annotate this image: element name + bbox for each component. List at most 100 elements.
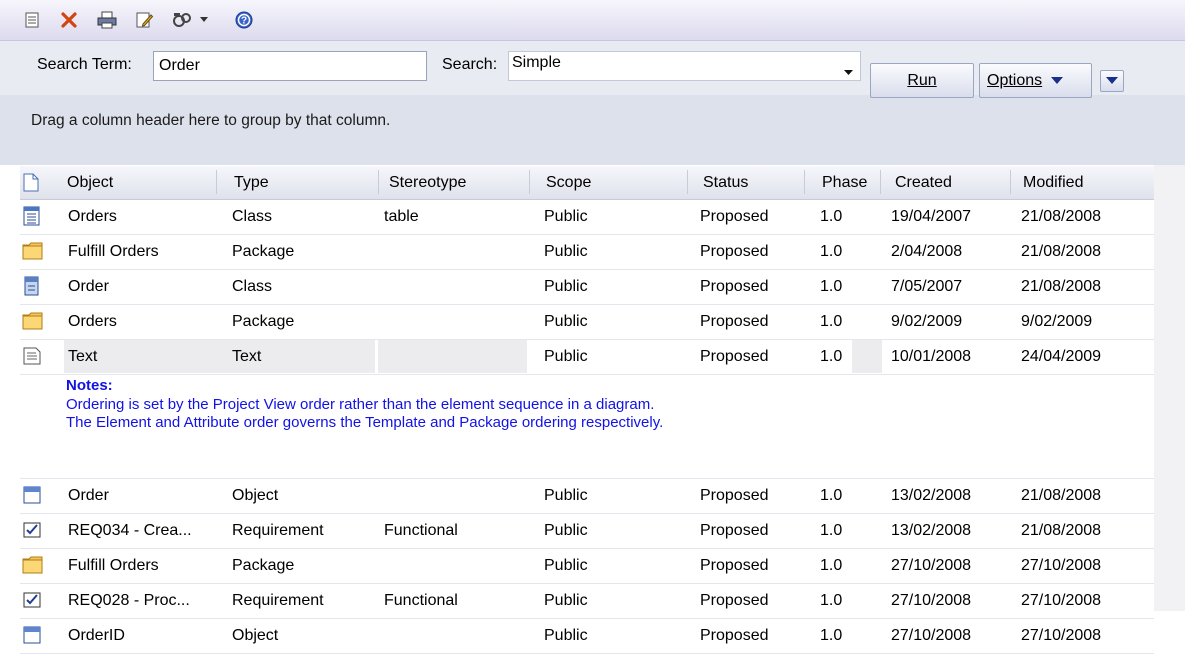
cell-status: Proposed: [700, 278, 769, 295]
package-folder-icon: [22, 555, 43, 575]
table-row[interactable]: Orders Package Public Proposed 1.0 9/02/2009 9…: [20, 305, 1154, 340]
notes-panel: Notes: Ordering is set by the Project Vi…: [20, 375, 1154, 479]
table-row[interactable]: REQ034 - Crea... Requirement Functional Pub…: [20, 514, 1154, 549]
cell-phase: 1.0: [820, 278, 843, 295]
cell-phase: 1.0: [820, 557, 843, 574]
cell-type: Requirement: [232, 522, 324, 539]
table-row[interactable]: OrderID Object Public Proposed 1.0 27/10/2008…: [20, 619, 1154, 654]
table-row[interactable]: REQ028 - Proc... Requirement Functional Pub…: [20, 584, 1154, 619]
cell-status: Proposed: [700, 208, 769, 225]
cell-status: Proposed: [700, 313, 769, 330]
cell-scope: Public: [544, 348, 588, 365]
print-icon[interactable]: [95, 7, 119, 33]
cell-scope: Public: [544, 278, 588, 295]
cell-type: Object: [232, 487, 279, 504]
cell-stereotype: Functional: [384, 522, 458, 539]
cell-object: REQ028 - Proc...: [68, 592, 190, 609]
cell-modified: 27/10/2008: [1021, 592, 1102, 609]
column-header-phase[interactable]: Phase: [822, 174, 867, 192]
new-document-icon[interactable]: [20, 7, 44, 33]
cell-created: 13/02/2008: [891, 522, 972, 539]
table-row[interactable]: Order Class Public Proposed 1.0 7/05/2007 21/0…: [20, 270, 1154, 305]
cell-status: Proposed: [700, 627, 769, 644]
search-term-label: Search Term:: [37, 56, 132, 73]
options-chevron-icon: [1051, 72, 1064, 90]
options-button-label: Options: [987, 71, 1043, 89]
cell-object: Order: [68, 278, 109, 295]
tools-icon[interactable]: [170, 7, 194, 33]
grid-header: Object Type Stereotype Scope Status Phas…: [20, 166, 1154, 200]
chevron-down-icon: [844, 63, 853, 81]
cell-status: Proposed: [700, 243, 769, 260]
column-header-scope[interactable]: Scope: [546, 174, 591, 192]
help-icon[interactable]: ?: [232, 7, 256, 33]
column-header-modified[interactable]: Modified: [1023, 174, 1083, 192]
options-button[interactable]: Options: [979, 63, 1092, 98]
package-folder-icon: [22, 311, 43, 331]
delete-icon[interactable]: [57, 7, 81, 33]
column-header-created[interactable]: Created: [895, 174, 952, 192]
cell-object: Orders: [68, 208, 117, 225]
cell-type: Object: [232, 627, 279, 644]
column-separator: [378, 170, 379, 194]
cell-modified: 27/10/2008: [1021, 557, 1102, 574]
grid-right-margin: [1154, 165, 1185, 611]
class-icon: [22, 276, 42, 296]
column-header-type[interactable]: Type: [234, 174, 269, 192]
object-icon: [22, 485, 42, 505]
cell-phase: 1.0: [820, 487, 843, 504]
cell-stereotype: Functional: [384, 592, 458, 609]
group-by-area[interactable]: [0, 95, 1185, 165]
document-icon: [23, 173, 39, 197]
requirement-icon: [22, 590, 42, 610]
cell-object: Orders: [68, 313, 117, 330]
table-row[interactable]: Orders Class table Public Proposed 1.0 19/04/2…: [20, 200, 1154, 235]
table-row[interactable]: Order Object Public Proposed 1.0 13/02/2008 21…: [20, 479, 1154, 514]
cell-type: Package: [232, 243, 295, 260]
column-header-object[interactable]: Object: [67, 174, 113, 192]
cell-type: Package: [232, 313, 295, 330]
run-button-label: Run: [907, 71, 937, 89]
dropdown-arrow-icon[interactable]: [197, 7, 211, 33]
cell-status: Proposed: [700, 348, 769, 365]
cell-created: 13/02/2008: [891, 487, 972, 504]
cell-stereotype: table: [384, 208, 419, 225]
cell-type: Class: [232, 208, 273, 225]
cell-modified: 9/02/2009: [1021, 313, 1093, 330]
column-separator: [880, 170, 881, 194]
cell-object: REQ034 - Crea...: [68, 522, 192, 539]
cell-object: Fulfill Orders: [68, 243, 159, 260]
cell-scope: Public: [544, 313, 588, 330]
cell-created: 10/01/2008: [891, 348, 972, 365]
selection-highlight: [378, 340, 527, 373]
cell-object: OrderID: [68, 627, 125, 644]
cell-object: Fulfill Orders: [68, 557, 159, 574]
svg-text:?: ?: [241, 16, 247, 27]
table-row[interactable]: Text Text Public Proposed 1.0 10/01/2008 24/04…: [20, 340, 1154, 375]
column-header-stereotype[interactable]: Stereotype: [389, 174, 466, 192]
cell-phase: 1.0: [820, 522, 843, 539]
column-header-status[interactable]: Status: [703, 174, 748, 192]
column-separator: [529, 170, 530, 194]
cell-modified: 24/04/2009: [1021, 348, 1102, 365]
cell-scope: Public: [544, 522, 588, 539]
cell-phase: 1.0: [820, 243, 843, 260]
search-term-input[interactable]: [153, 51, 427, 81]
panel-toggle-button[interactable]: [1100, 70, 1124, 92]
table-row[interactable]: Fulfill Orders Package Public Proposed 1.0 27…: [20, 549, 1154, 584]
cell-status: Proposed: [700, 487, 769, 504]
edit-icon[interactable]: [132, 7, 156, 33]
run-button[interactable]: Run: [870, 63, 974, 98]
panel-chevron-icon: [1106, 72, 1118, 90]
search-type-select[interactable]: Simple: [508, 51, 861, 81]
column-separator: [804, 170, 805, 194]
cell-type: Package: [232, 557, 295, 574]
cell-created: 9/02/2009: [891, 313, 963, 330]
table-row[interactable]: Fulfill Orders Package Public Proposed 1.0 2/…: [20, 235, 1154, 270]
cell-scope: Public: [544, 487, 588, 504]
package-folder-icon: [22, 241, 43, 261]
cell-status: Proposed: [700, 522, 769, 539]
cell-created: 7/05/2007: [891, 278, 963, 295]
cell-type: Requirement: [232, 592, 324, 609]
requirement-icon: [22, 520, 42, 540]
